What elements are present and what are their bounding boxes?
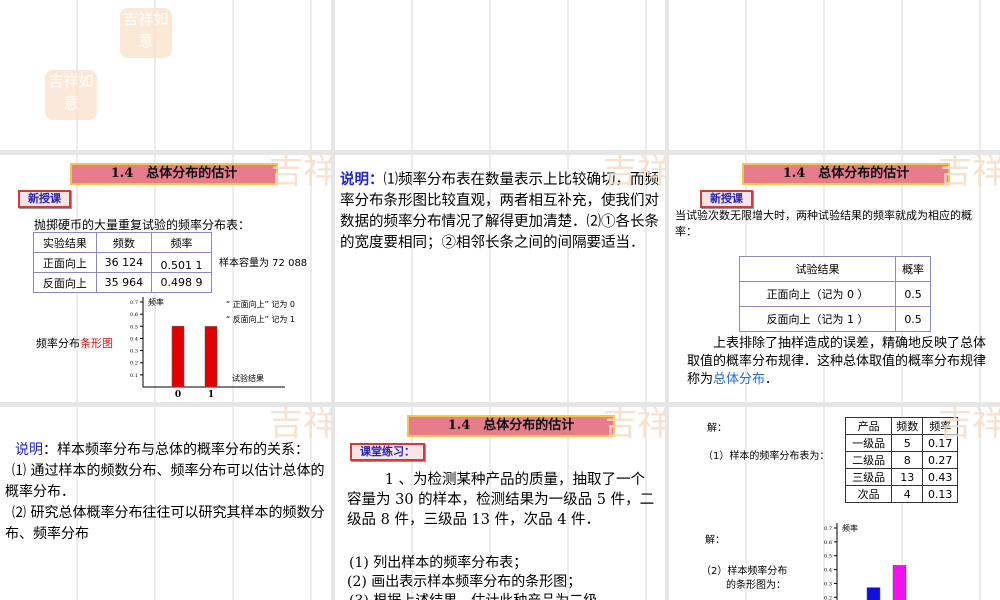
table-cell: 0.5: [895, 306, 931, 332]
problem-text: 1 、为检测某种产品的质量，抽取了一个容量为 30 的样本，检测结果为一级品 5…: [347, 472, 655, 528]
table-cell: 正面向上（记为 0 ）: [738, 281, 897, 307]
table-cell: 三级品: [844, 468, 893, 486]
y-tick-label: 0.6: [130, 312, 138, 318]
table-cell: 0.13: [922, 485, 958, 503]
summary-paragraph: 上表排除了抽样造成的误差，精确地反映了总体取值的概率分布规律．这种总体取值的概率…: [687, 335, 987, 389]
note-label: 说明: [15, 442, 43, 458]
x-tick-label: 1: [208, 390, 214, 400]
slide-thumbnail-2[interactable]: 1.4 总体分布的估计 新授课 抛掷硬币的大量重复试验的频率分布表： 实验结果频…: [0, 155, 331, 402]
slide-thumbnail-top-middle[interactable]: [335, 0, 665, 150]
y-tick-label: 0.1: [130, 373, 138, 379]
y-tick-label: 0.6: [824, 540, 832, 546]
y-tick-label: 0.5: [824, 554, 832, 560]
y-tick-label: 0.4: [130, 336, 138, 342]
table-cell: 13: [891, 468, 924, 486]
seal-watermark: 吉祥: [603, 155, 665, 192]
population-distribution-term: 总体分布: [713, 372, 766, 387]
part1-text: （1）样本的频率分布表为：: [703, 451, 830, 462]
slide-thumbnail-6[interactable]: 1.4 总体分布的估计 课堂练习： 1 、为检测某种产品的质量，抽取了一个容量为…: [335, 407, 665, 600]
bar: [171, 325, 185, 388]
table-header: 试验结果: [738, 256, 897, 282]
table-cell: 36 124: [95, 252, 152, 273]
part2-text-line1: （2）样本频率分布: [701, 566, 788, 577]
slide-title: 1.4 总体分布的估计: [70, 163, 278, 185]
new-lesson-tag: 新授课: [18, 190, 71, 208]
solution-label-1: 解：: [707, 423, 727, 434]
seal-watermark: 吉祥: [938, 407, 1000, 444]
new-lesson-tag: 新授课: [700, 190, 753, 208]
probability-table: 试验结果 概率 正面向上（记为 0 ） 0.5 反面向上（记为 1 ） 0.5: [738, 256, 931, 332]
question-3: (3) 根据上述结果，估计此种产品为二级: [349, 590, 597, 600]
slide-title: 1.4 总体分布的估计: [407, 415, 615, 437]
table-header: 频数: [95, 232, 152, 253]
table-cell: 反面向上: [33, 272, 97, 293]
table-header: 频数: [891, 417, 924, 435]
slide-thumbnail-4[interactable]: 1.4 总体分布的估计 新授课 当试验次数无限增大时，两种试验结果的频率就成为相…: [669, 155, 1000, 402]
table-cell: 二级品: [844, 451, 893, 469]
x-tick-label: 0: [175, 390, 181, 400]
sample-size-text: 样本容量为 72 088: [219, 258, 308, 269]
chart-label: 频率分布条形图: [36, 335, 113, 351]
bar: [204, 326, 218, 388]
practice-tag: 课堂练习：: [350, 443, 425, 461]
table-cell: 反面向上（记为 1 ）: [738, 306, 897, 332]
slide-title: 1.4 总体分布的估计: [742, 163, 950, 185]
part2-text-line2: 的条形图为：: [726, 580, 786, 591]
slide-thumbnail-7[interactable]: 解： （1）样本的频率分布表为： 产品 频数 频率 一级品 5 0.17 二级品 8 0.2…: [669, 407, 1000, 600]
seal-watermark: 吉祥: [603, 407, 665, 444]
relation-item-2: ⑵ 研究总体概率分布往往可以研究其样本的频数分布、频率分布: [5, 505, 325, 542]
seal-watermark: 吉祥: [269, 155, 331, 192]
table-cell: 35 964: [95, 272, 152, 293]
y-tick-label: 0.3: [130, 349, 138, 355]
seal-watermark: 吉祥: [938, 155, 1000, 192]
seal-decoration: 吉祥如意: [120, 8, 172, 58]
table-cell: 5: [891, 434, 924, 452]
table-cell: 一级品: [844, 434, 893, 452]
table-header: 产品: [844, 417, 893, 435]
y-axis-label: 频率: [148, 297, 164, 307]
y-tick-label: 0.5: [130, 324, 138, 330]
seal-watermark: 吉祥: [269, 407, 331, 444]
chart-label-prefix: 频率分布: [36, 337, 80, 350]
table-cell: 4: [891, 485, 924, 503]
slide-thumbnail-3[interactable]: 说明：⑴频率分布表在数量表示上比较确切，而频率分布条形图比较直观，两者相互补充，…: [335, 155, 665, 402]
coin-bar-chart: 0.1 0.2 0.3 0.4 0.5 0.6 0.7 频率 0 1 试验结果: [130, 297, 285, 400]
y-tick-label: 0.7: [130, 300, 138, 306]
table-header: 频率: [150, 232, 213, 253]
y-tick-label: 0.3: [824, 581, 832, 587]
table-cell: 正面向上: [33, 252, 97, 273]
frequency-table: 实验结果 频数 频率 正面向上 36 124 0.501 1 反面向上 35 964 0.4…: [33, 232, 213, 293]
slide-thumbnail-5[interactable]: 说明：样本频率分布与总体的概率分布的关系： ⑴ 通过样本的频数分布、频率分布可以…: [0, 407, 331, 600]
slide-thumbnail-top-right[interactable]: [669, 0, 1000, 150]
table-cell: 次品: [844, 485, 893, 503]
table-header: 概率: [895, 256, 931, 282]
question-2: (2) 画出表示样本频率分布的条形图；: [347, 574, 582, 590]
table-cell: 8: [891, 451, 924, 469]
seal-decoration: 吉祥如意: [45, 70, 97, 120]
note-label: 说明：: [340, 171, 384, 188]
table-cell: 0.501 1: [150, 252, 213, 273]
product-bar-chart: 0.2 0.3 0.4 0.5 0.6 0.7 频率: [824, 523, 907, 600]
y-tick-label: 0.2: [130, 361, 138, 367]
table-header: 实验结果: [33, 232, 97, 253]
x-axis-label: 试验结果: [232, 373, 264, 383]
y-tick-label: 0.7: [824, 526, 832, 532]
summary-end: ．: [765, 372, 779, 387]
chart-label-highlight: 条形图: [80, 337, 113, 350]
bar: [892, 565, 907, 600]
table-cell: 0.498 9: [150, 272, 213, 293]
slide-thumbnail-1[interactable]: 吉祥如意 吉祥如意: [0, 0, 331, 150]
table-cell: 0.5: [895, 281, 931, 307]
intro-text: 抛掷硬币的大量重复试验的频率分布表：: [34, 218, 251, 232]
intro-text: 当试验次数无限增大时，两种试验结果的频率就成为相应的概率：: [675, 209, 972, 238]
bar: [866, 587, 881, 600]
solution-label-2: 解：: [705, 535, 725, 546]
y-tick-label: 0.2: [824, 595, 832, 600]
question-1: (1) 列出样本的频率分布表；: [349, 555, 528, 571]
y-tick-label: 0.4: [824, 568, 832, 574]
y-axis-label: 频率: [842, 523, 858, 533]
